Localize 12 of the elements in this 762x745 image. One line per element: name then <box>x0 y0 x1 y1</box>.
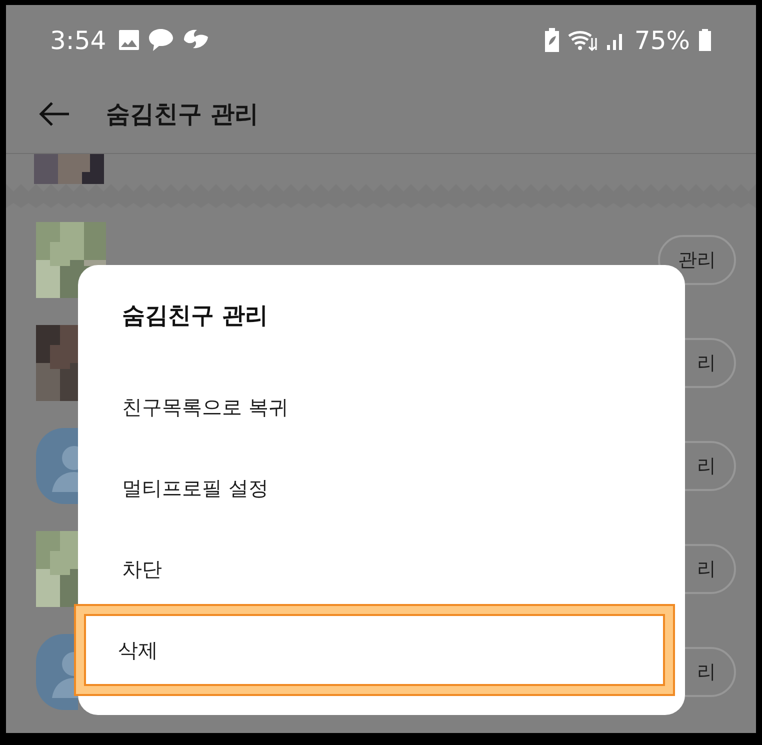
default-avatar-icon <box>36 634 78 710</box>
back-arrow-icon[interactable] <box>38 101 70 127</box>
default-avatar-icon <box>36 428 78 504</box>
image-icon <box>118 29 140 51</box>
battery-saver-icon <box>544 28 560 52</box>
dialog-title: 숨김친구 관리 <box>121 302 270 330</box>
battery-icon <box>698 29 712 51</box>
battery-percent: 75% <box>634 26 690 54</box>
chat-bubble-icon <box>148 28 174 52</box>
clock: 3:54 <box>50 26 106 54</box>
wifi-icon <box>568 29 598 51</box>
page-title: 숨김친구 관리 <box>106 99 258 130</box>
